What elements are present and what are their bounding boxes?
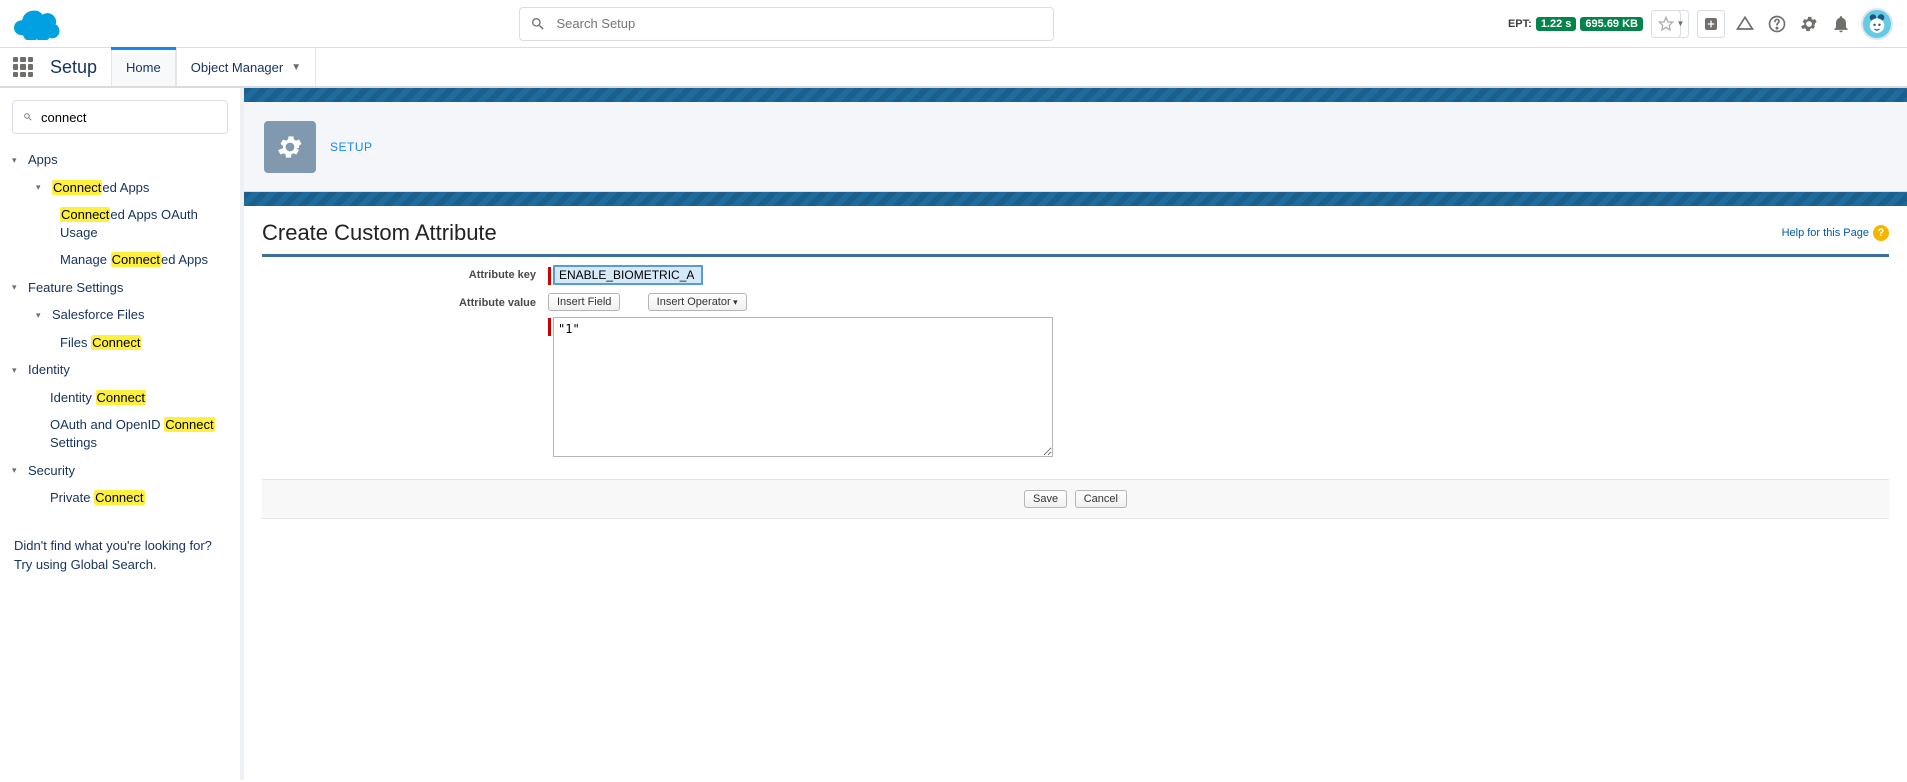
app-launcher-button[interactable]	[0, 48, 46, 86]
search-icon	[530, 16, 546, 32]
notifications-icon[interactable]	[1829, 12, 1853, 36]
tree-node-oauth-openid-connect[interactable]: OAuth and OpenID Connect Settings	[6, 411, 234, 456]
tree-node-security[interactable]: ▾Security	[6, 457, 234, 485]
decorative-strip	[244, 192, 1907, 206]
tree-node-identity[interactable]: ▾Identity	[6, 356, 234, 384]
quick-find-input[interactable]	[41, 110, 217, 125]
global-add-button[interactable]	[1697, 10, 1725, 38]
salesforce-logo[interactable]	[14, 4, 66, 43]
tree-node-manage-connected-apps[interactable]: Manage Connected Apps	[6, 246, 234, 274]
sidebar-footer: Didn't find what you're looking for? Try…	[14, 536, 226, 575]
cancel-button[interactable]: Cancel	[1075, 490, 1127, 508]
attribute-form: Attribute key Attribute value Insert Fie…	[262, 261, 1889, 461]
favorite-dropdown[interactable]: ▼	[1673, 10, 1689, 38]
tree-node-apps[interactable]: ▾Apps	[6, 146, 234, 174]
search-icon	[23, 110, 33, 124]
help-icon: ?	[1873, 225, 1889, 241]
page-header-label: SETUP	[330, 140, 373, 154]
tree-node-connected-apps[interactable]: ▾Connected Apps	[6, 174, 234, 202]
ept-indicator: EPT: 1.22 s 695.69 KB	[1508, 17, 1643, 31]
setup-tree-sidebar: ▾Apps ▾Connected Apps Connected Apps OAu…	[0, 88, 240, 780]
save-button[interactable]: Save	[1024, 490, 1067, 508]
tree-node-connected-apps-oauth-usage[interactable]: Connected Apps OAuth Usage	[6, 201, 234, 246]
chevron-down-icon: ▾	[36, 309, 50, 321]
tab-object-manager[interactable]: Object Manager▼	[176, 48, 316, 86]
setup-gear-icon[interactable]	[1797, 12, 1821, 36]
chevron-down-icon: ▾	[12, 364, 26, 376]
salesforce-help-icon[interactable]	[1733, 12, 1757, 36]
global-header: EPT: 1.22 s 695.69 KB ▼	[0, 0, 1907, 48]
setup-gear-tile-icon	[264, 121, 316, 173]
ept-size-badge: 695.69 KB	[1580, 17, 1643, 31]
label-attribute-key: Attribute key	[262, 261, 542, 289]
form-button-row: Save Cancel	[262, 479, 1889, 519]
chevron-down-icon: ▾	[36, 181, 50, 193]
quick-find[interactable]	[12, 100, 228, 134]
tree-node-files-connect[interactable]: Files Connect	[6, 329, 234, 357]
ept-time-badge: 1.22 s	[1536, 17, 1577, 31]
global-search-input[interactable]	[556, 16, 1043, 31]
page-header: SETUP	[244, 102, 1907, 192]
context-bar: Setup Home Object Manager▼	[0, 48, 1907, 88]
insert-field-button[interactable]: Insert Field	[548, 293, 620, 311]
tree-node-identity-connect[interactable]: Identity Connect	[6, 384, 234, 412]
help-icon[interactable]	[1765, 12, 1789, 36]
main-content: SETUP Create Custom Attribute Help for t…	[240, 88, 1907, 780]
chevron-down-icon: ▼	[291, 62, 301, 73]
attribute-value-textarea[interactable]	[553, 317, 1053, 457]
attribute-key-input[interactable]	[553, 265, 703, 285]
chevron-down-icon: ▾	[12, 464, 26, 476]
label-attribute-value: Attribute value	[262, 289, 542, 461]
app-name: Setup	[46, 48, 111, 86]
user-avatar[interactable]	[1861, 8, 1893, 40]
decorative-strip	[244, 88, 1907, 102]
chevron-down-icon: ▾	[12, 154, 26, 166]
tree-node-feature-settings[interactable]: ▾Feature Settings	[6, 274, 234, 302]
chevron-down-icon: ▾	[12, 281, 26, 293]
tab-home[interactable]: Home	[111, 48, 176, 86]
tree-node-salesforce-files[interactable]: ▾Salesforce Files	[6, 301, 234, 329]
help-for-page-link[interactable]: Help for this Page ?	[1782, 225, 1889, 241]
required-indicator	[548, 267, 551, 285]
page-title: Create Custom Attribute	[262, 220, 497, 246]
required-indicator	[548, 318, 551, 336]
tree-node-private-connect[interactable]: Private Connect	[6, 484, 234, 512]
insert-operator-button[interactable]: Insert Operator	[648, 293, 747, 311]
global-search[interactable]	[519, 7, 1054, 41]
